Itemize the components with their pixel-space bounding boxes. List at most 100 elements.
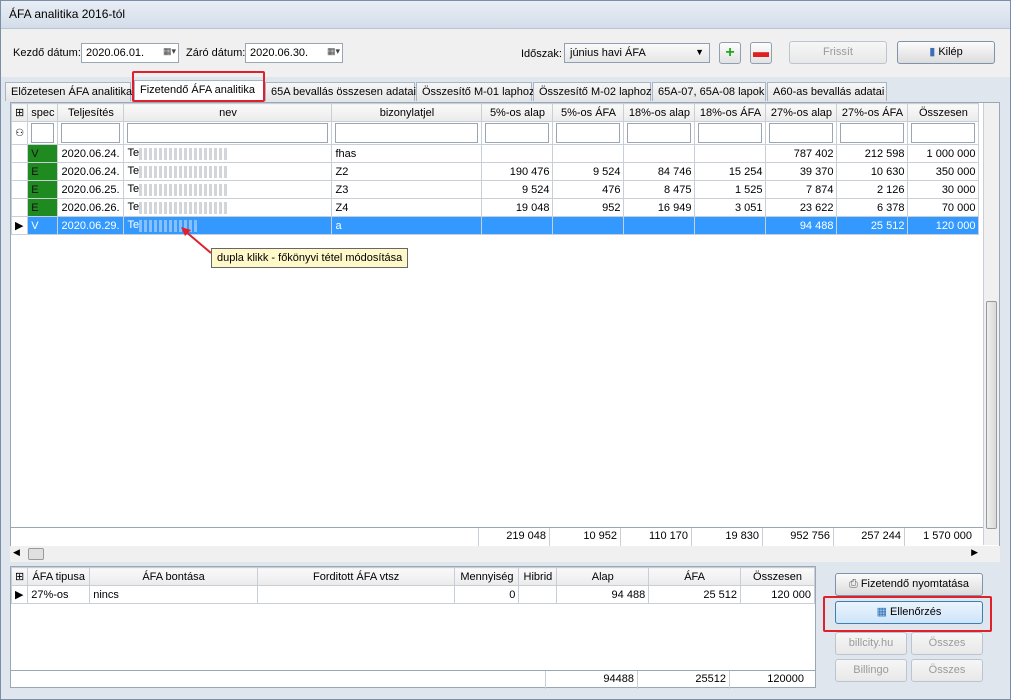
filter-27-afa[interactable] <box>836 121 909 145</box>
doc-cell[interactable]: Z4 <box>331 198 483 217</box>
filter-teljesites[interactable] <box>57 121 125 145</box>
end-date-field[interactable]: 2020.06.30. ▦▾ <box>245 43 343 63</box>
total-cell[interactable]: 70 000 <box>907 198 980 217</box>
cell[interactable]: 212 598 <box>836 144 909 163</box>
scroll-left-icon[interactable]: ◀ <box>13 547 20 558</box>
col-bizonylatjel[interactable]: bizonylatjel <box>331 103 483 122</box>
cell[interactable]: 94 488 <box>765 216 838 235</box>
cell[interactable]: 3 051 <box>694 198 767 217</box>
cell[interactable]: 27%-os <box>27 585 91 604</box>
filter-input[interactable] <box>840 123 905 143</box>
cell[interactable]: 952 <box>552 198 625 217</box>
cell[interactable]: 16 949 <box>623 198 696 217</box>
cell[interactable]: 25 512 <box>836 216 909 235</box>
cell[interactable]: 10 630 <box>836 162 909 181</box>
filter-5-alap[interactable] <box>481 121 554 145</box>
filter-bizonylatjel[interactable] <box>331 121 483 145</box>
doc-cell[interactable]: a <box>331 216 483 235</box>
filter-osszesen[interactable] <box>907 121 980 145</box>
col-hibrid[interactable]: Hibrid <box>518 567 558 586</box>
row-indicator[interactable] <box>10 180 29 199</box>
date-cell[interactable]: 2020.06.24. <box>57 144 125 163</box>
scroll-thumb[interactable] <box>28 548 44 560</box>
row-indicator[interactable] <box>10 198 29 217</box>
col-18-afa[interactable]: 18%-os ÁFA <box>694 103 767 122</box>
cell[interactable] <box>552 216 625 235</box>
cell[interactable]: 15 254 <box>694 162 767 181</box>
horizontal-scrollbar[interactable]: ◀ ▶ <box>10 546 1000 562</box>
total-cell[interactable]: 350 000 <box>907 162 980 181</box>
col-mennyiseg[interactable]: Mennyiség <box>454 567 520 586</box>
tab-elozetes[interactable]: Előzetesen ÁFA analitika <box>5 82 132 101</box>
cell[interactable]: 7 874 <box>765 180 838 199</box>
calendar-icon[interactable]: ▦▾ <box>318 46 340 60</box>
col-teljesites[interactable]: Teljesítés <box>57 103 125 122</box>
spec-cell[interactable]: E <box>27 198 59 217</box>
print-payable-button[interactable]: ⎙ Fizetendő nyomtatása <box>835 573 983 596</box>
exit-button[interactable]: ▮ Kilép <box>897 41 995 64</box>
cell[interactable]: 25 512 <box>648 585 741 604</box>
name-cell[interactable]: Te <box>123 144 333 163</box>
doc-cell[interactable]: fhas <box>331 144 483 163</box>
filter-spec[interactable] <box>27 121 59 145</box>
filter-input[interactable] <box>698 123 763 143</box>
total-cell[interactable]: 30 000 <box>907 180 980 199</box>
col-spec[interactable]: spec <box>27 103 59 122</box>
col-nev[interactable]: nev <box>123 103 333 122</box>
col-5-afa[interactable]: 5%-os ÁFA <box>552 103 625 122</box>
table-row[interactable]: E 2020.06.25. Te Z3 9 524 476 8 475 1 52… <box>10 180 980 199</box>
table-row-selected[interactable]: ▶ V 2020.06.29. Te a 94 488 25 512 120 0… <box>10 216 980 235</box>
scroll-right-icon[interactable]: ▶ <box>971 547 978 558</box>
calendar-icon[interactable]: ▦▾ <box>154 46 176 60</box>
cell[interactable]: 6 378 <box>836 198 909 217</box>
cell[interactable]: 19 048 <box>481 198 554 217</box>
tab-65a-07-08[interactable]: 65A-07, 65A-08 lapok <box>652 82 766 101</box>
filter-nev[interactable] <box>123 121 333 145</box>
date-cell[interactable]: 2020.06.24. <box>57 162 125 181</box>
cell[interactable]: 84 746 <box>623 162 696 181</box>
tab-a60[interactable]: A60-as bevallás adatai <box>767 82 887 101</box>
doc-cell[interactable]: Z3 <box>331 180 483 199</box>
cell[interactable] <box>623 216 696 235</box>
tab-m01[interactable]: Összesítő M-01 laphoz <box>416 82 535 101</box>
col-afa-bontasa[interactable]: ÁFA bontása <box>89 567 258 586</box>
filter-input[interactable] <box>31 123 55 143</box>
date-cell[interactable]: 2020.06.26. <box>57 198 125 217</box>
filter-5-afa[interactable] <box>552 121 625 145</box>
cell[interactable]: 190 476 <box>481 162 554 181</box>
filter-input[interactable] <box>335 123 479 143</box>
refresh-button[interactable]: Frissít <box>789 41 887 64</box>
col-osszesen[interactable]: Összesen <box>740 567 815 586</box>
cell[interactable] <box>256 585 456 604</box>
total-cell[interactable]: 120 000 <box>907 216 980 235</box>
table-row[interactable]: E 2020.06.26. Te Z4 19 048 952 16 949 3 … <box>10 198 980 217</box>
col-18-alap[interactable]: 18%-os alap <box>623 103 696 122</box>
name-cell[interactable]: Te <box>123 216 333 235</box>
cell[interactable] <box>518 585 558 604</box>
start-date-field[interactable]: 2020.06.01. ▦▾ <box>81 43 179 63</box>
name-cell[interactable]: Te <box>123 180 333 199</box>
filter-input[interactable] <box>556 123 621 143</box>
cell[interactable]: nincs <box>89 585 258 604</box>
billcity-button[interactable]: billcity.hu <box>835 632 907 655</box>
cell[interactable]: 120 000 <box>740 585 815 604</box>
billcity-all-button[interactable]: Összes <box>911 632 983 655</box>
col-27-afa[interactable]: 27%-os ÁFA <box>836 103 909 122</box>
spec-cell[interactable]: V <box>27 216 59 235</box>
cell[interactable]: 476 <box>552 180 625 199</box>
row-indicator[interactable] <box>10 162 29 181</box>
col-afa-tipusa[interactable]: ÁFA tipusa <box>27 567 91 586</box>
row-indicator[interactable] <box>10 144 29 163</box>
filter-27-alap[interactable] <box>765 121 838 145</box>
remove-period-button[interactable]: ▬ <box>750 42 772 64</box>
cell[interactable]: 787 402 <box>765 144 838 163</box>
cell[interactable]: 9 524 <box>552 162 625 181</box>
binoculars-icon[interactable]: ⚇ <box>10 121 29 145</box>
spec-cell[interactable]: E <box>27 180 59 199</box>
cell[interactable] <box>694 216 767 235</box>
name-cell[interactable]: Te <box>123 162 333 181</box>
cell[interactable] <box>552 144 625 163</box>
billingo-button[interactable]: Billingo <box>835 659 907 682</box>
date-cell[interactable]: 2020.06.25. <box>57 180 125 199</box>
billingo-all-button[interactable]: Összes <box>911 659 983 682</box>
